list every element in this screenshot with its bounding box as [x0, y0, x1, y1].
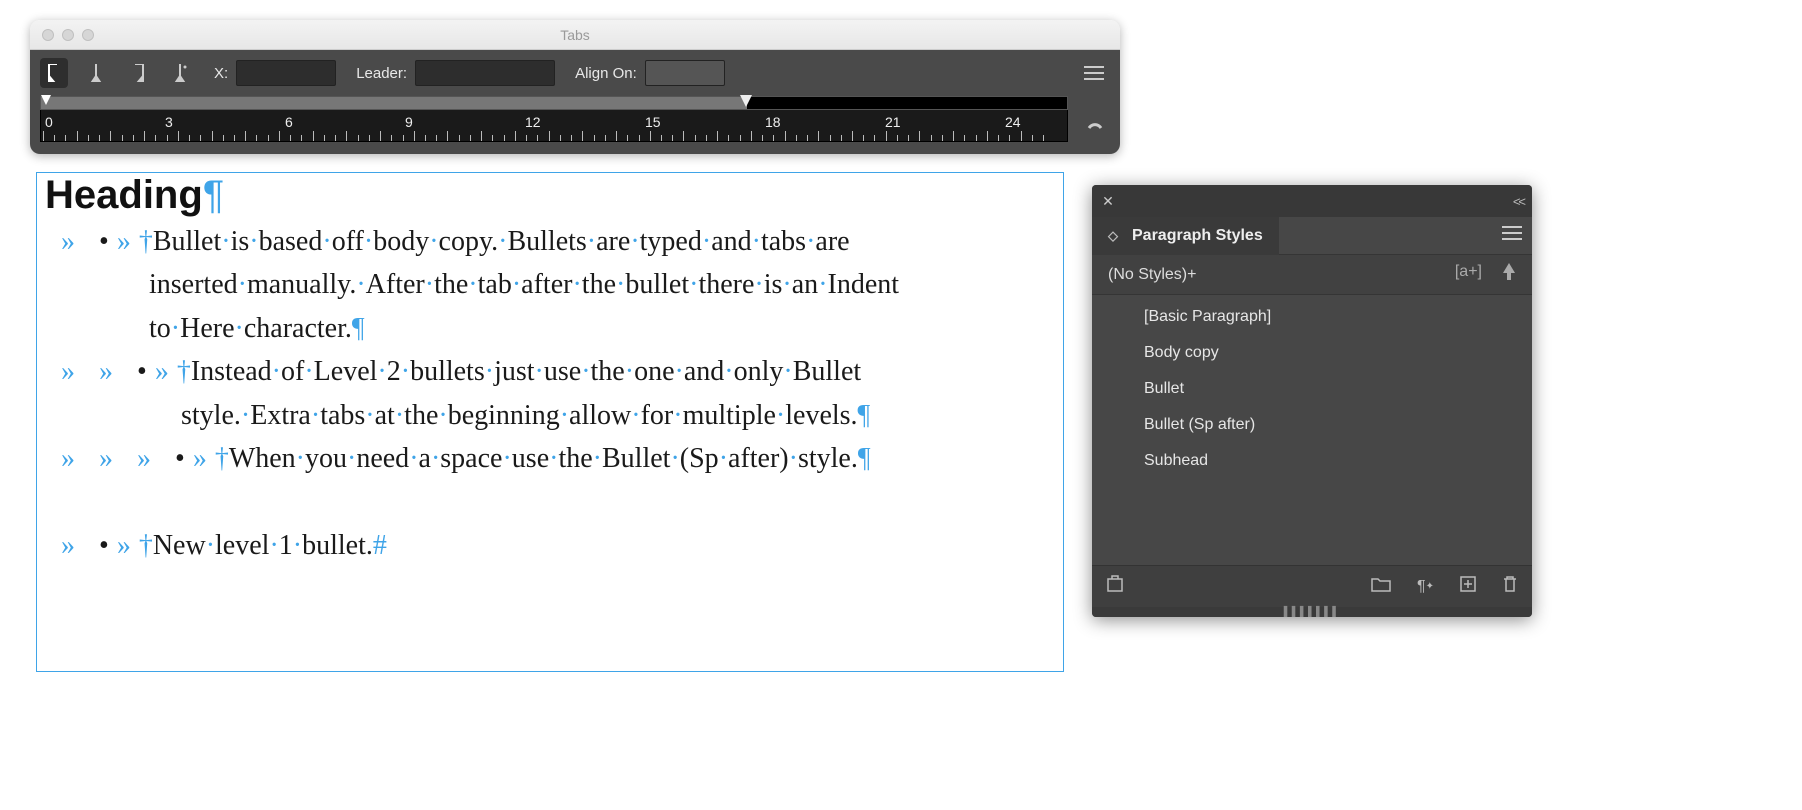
style-item[interactable]: Bullet: [1092, 371, 1532, 407]
ruler-number: 18: [765, 114, 781, 130]
current-style-actions: [a+]: [1455, 263, 1516, 286]
tabs-ruler[interactable]: 0 3 6 9 12 15 18 21 24: [40, 96, 1068, 142]
panel-resize-grip[interactable]: ▌▌▌▌▌▌▌: [1092, 607, 1532, 617]
cc-libraries-icon[interactable]: [1106, 575, 1124, 598]
styles-list: [Basic Paragraph] Body copy Bullet Bulle…: [1092, 295, 1532, 565]
ruler-number: 21: [885, 114, 901, 130]
ruler-number: 6: [285, 114, 293, 130]
ruler-number: 9: [405, 114, 413, 130]
ruler-overflow-region: [747, 97, 1067, 109]
style-group-icon[interactable]: [1371, 576, 1391, 597]
paragraph-styles-panel: ✕ << ◇ Paragraph Styles (No Styles)+ [a+…: [1092, 185, 1532, 617]
ruler-number: 3: [165, 114, 173, 130]
bullet-paragraph-2[interactable]: » » • » †Instead·of·Level·2·bullets·just…: [45, 350, 1055, 437]
sort-icon: ◇: [1108, 228, 1118, 244]
x-input[interactable]: [236, 60, 336, 86]
alignon-input[interactable]: [645, 60, 725, 86]
x-field: X:: [214, 60, 336, 86]
close-window-button[interactable]: [42, 29, 54, 41]
panel-tab-row: ◇ Paragraph Styles: [1092, 217, 1532, 255]
ruler-number: 15: [645, 114, 661, 130]
heading-text: Heading: [45, 173, 203, 217]
ruler-number: 12: [525, 114, 541, 130]
tabs-panel-title: Tabs: [30, 27, 1120, 43]
bullet-paragraph-4[interactable]: » • » †New·level·1·bullet.#: [45, 524, 1055, 567]
right-tab-button[interactable]: [124, 58, 152, 88]
apply-style-icon[interactable]: [a+]: [1455, 263, 1482, 286]
tabs-panel: Tabs X: Leade: [30, 20, 1120, 154]
decimal-tab-button[interactable]: [166, 58, 194, 88]
tab-alignment-buttons: [40, 58, 194, 88]
tabs-controls-row: X: Leader: Align On:: [30, 50, 1120, 96]
tabs-panel-body: X: Leader: Align On:: [30, 50, 1120, 154]
clear-overrides-icon[interactable]: [1502, 263, 1516, 286]
blank-line: [45, 480, 1055, 523]
style-item[interactable]: [Basic Paragraph]: [1092, 299, 1532, 335]
leader-input[interactable]: [415, 60, 555, 86]
alignon-field: Align On:: [575, 60, 725, 86]
document-text-frame[interactable]: Heading¶ » • » †Bullet·is·based·off·body…: [36, 172, 1064, 672]
pilcrow-icon: ¶: [203, 173, 224, 217]
panel-title: Paragraph Styles: [1132, 227, 1263, 245]
ruler-scale: 0 3 6 9 12 15 18 21 24: [40, 110, 1068, 142]
close-icon[interactable]: ✕: [1100, 193, 1116, 210]
delete-style-icon[interactable]: [1502, 575, 1518, 598]
zoom-window-button[interactable]: [82, 29, 94, 41]
leader-label: Leader:: [356, 65, 407, 82]
current-style-row[interactable]: (No Styles)+ [a+]: [1092, 255, 1532, 295]
clear-override-footer-icon[interactable]: ¶✦: [1417, 578, 1434, 596]
panel-header[interactable]: ✕ <<: [1092, 185, 1532, 217]
alignon-label: Align On:: [575, 65, 637, 82]
first-line-indent-marker[interactable]: [41, 95, 51, 105]
tabs-titlebar[interactable]: Tabs: [30, 20, 1120, 50]
center-tab-button[interactable]: [82, 58, 110, 88]
right-indent-marker[interactable]: [740, 95, 752, 107]
style-item[interactable]: Body copy: [1092, 335, 1532, 371]
current-style-name: (No Styles)+: [1108, 266, 1196, 284]
leader-field: Leader:: [356, 60, 555, 86]
style-item[interactable]: Subhead: [1092, 443, 1532, 479]
panel-menu-button[interactable]: [1492, 220, 1532, 251]
left-tab-button[interactable]: [40, 58, 68, 88]
window-controls: [30, 29, 94, 41]
style-item[interactable]: Bullet (Sp after): [1092, 407, 1532, 443]
bullet-paragraph-1[interactable]: » • » †Bullet·is·based·off·body·copy.·Bu…: [45, 220, 1055, 350]
ruler-indent-track[interactable]: [40, 96, 1068, 110]
heading-paragraph[interactable]: Heading¶: [45, 173, 1055, 218]
snap-above-frame-button[interactable]: [1080, 96, 1110, 142]
new-style-icon[interactable]: [1460, 576, 1476, 597]
collapse-icon[interactable]: <<: [1513, 194, 1524, 209]
tabs-ruler-area: 0 3 6 9 12 15 18 21 24: [30, 96, 1120, 154]
minimize-window-button[interactable]: [62, 29, 74, 41]
tabs-panel-menu-button[interactable]: [1078, 60, 1110, 86]
ruler-number: 24: [1005, 114, 1021, 130]
ruler-number: 0: [45, 114, 53, 130]
bullet-paragraph-3[interactable]: » » » • » †When·you·need·a·space·use·the…: [45, 437, 1055, 480]
paragraph-styles-tab[interactable]: ◇ Paragraph Styles: [1092, 217, 1279, 255]
panel-footer: ¶✦: [1092, 565, 1532, 607]
x-label: X:: [214, 65, 228, 82]
